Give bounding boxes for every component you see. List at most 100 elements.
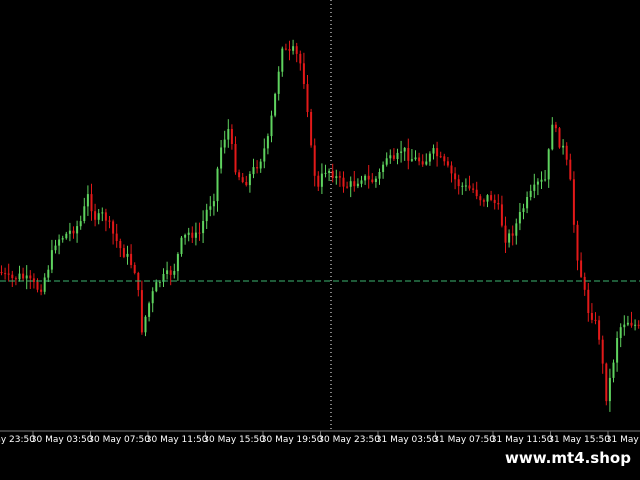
candle-body-15 (54, 245, 57, 251)
candle-body-97 (349, 181, 352, 187)
candle-body-152 (547, 149, 550, 180)
candle-body-33 (119, 241, 122, 249)
candle-body-148 (533, 184, 536, 191)
candle-body-64 (230, 129, 233, 144)
x-axis-ticks: 29 May 23:5030 May 03:5030 May 07:5030 M… (0, 431, 640, 445)
candle-body-162 (583, 276, 586, 290)
candle-body-42 (151, 291, 154, 304)
candle-body-70 (252, 167, 255, 175)
candle-body-104 (374, 178, 377, 182)
candle-body-8 (29, 275, 32, 279)
candle-body-94 (338, 176, 341, 178)
candle-body-41 (148, 303, 151, 317)
candle-body-78 (281, 48, 284, 72)
x-tick-label-4: 30 May 15:50 (203, 435, 265, 445)
candle-body-68 (245, 182, 248, 186)
candle-body-4 (14, 278, 17, 280)
candle-body-140 (504, 225, 507, 243)
candle-body-99 (356, 183, 359, 187)
candle-body-76 (274, 93, 277, 116)
candle-body-61 (220, 147, 223, 169)
candle-body-128 (461, 185, 464, 187)
candle-body-80 (288, 49, 291, 51)
candle-body-58 (209, 206, 212, 210)
candle-body-81 (292, 46, 295, 51)
candle-body-5 (18, 273, 21, 280)
candle-body-35 (126, 253, 129, 257)
candle-body-88 (317, 175, 320, 187)
candle-body-154 (554, 124, 557, 129)
candle-body-86 (310, 112, 313, 146)
candle-body-113 (407, 148, 410, 161)
candle-body-84 (302, 63, 305, 84)
candle-body-10 (36, 282, 39, 290)
candle-body-23 (83, 206, 86, 221)
candle-body-102 (367, 175, 370, 180)
candle-body-149 (536, 181, 539, 185)
x-tick-label-6: 30 May 23:50 (318, 435, 380, 445)
candle-body-30 (108, 220, 111, 222)
candle-body-129 (464, 185, 467, 187)
candle-body-29 (104, 212, 107, 221)
candle-body-32 (115, 233, 118, 241)
candle-body-3 (11, 274, 14, 279)
candles (0, 39, 640, 412)
candle-body-34 (122, 248, 125, 257)
candle-body-174 (626, 322, 629, 325)
price-chart[interactable]: 29 May 23:5030 May 03:5030 May 07:5030 M… (0, 0, 640, 450)
candle-body-100 (360, 180, 363, 184)
candle-body-21 (76, 226, 79, 234)
candle-body-172 (619, 327, 622, 338)
candle-body-161 (580, 260, 583, 277)
candle-body-117 (421, 161, 424, 165)
candle-body-122 (439, 156, 442, 158)
candle-body-52 (187, 232, 190, 235)
candle-body-59 (212, 201, 215, 207)
candle-body-51 (184, 234, 187, 238)
candle-body-87 (313, 145, 316, 176)
candle-body-55 (198, 232, 201, 234)
candle-body-142 (511, 233, 514, 236)
candle-body-151 (544, 179, 547, 181)
candle-body-159 (572, 179, 575, 225)
candle-body-171 (616, 338, 619, 363)
candle-body-138 (497, 203, 500, 205)
candle-body-39 (140, 290, 143, 333)
candle-body-6 (22, 273, 25, 279)
x-tick-label-7: 31 May 03:50 (376, 435, 438, 445)
candle-body-173 (623, 324, 626, 328)
watermark: www.mt4.shop (496, 444, 640, 472)
candle-body-119 (428, 153, 431, 162)
candle-body-72 (259, 161, 262, 169)
candle-body-112 (403, 148, 406, 152)
candle-body-170 (612, 362, 615, 378)
candle-body-16 (58, 239, 61, 246)
candle-body-105 (378, 172, 381, 179)
candle-body-176 (634, 324, 637, 326)
candle-body-62 (223, 139, 226, 148)
candle-body-20 (72, 230, 75, 234)
candle-body-49 (176, 254, 179, 272)
candle-body-111 (400, 151, 403, 153)
candle-body-79 (284, 48, 287, 50)
candle-body-118 (425, 161, 428, 165)
candle-body-158 (569, 159, 572, 180)
candle-body-137 (493, 199, 496, 203)
candle-body-57 (205, 209, 208, 222)
candle-body-65 (234, 144, 237, 173)
candle-body-69 (248, 174, 251, 186)
candle-body-83 (299, 53, 302, 64)
candle-body-167 (601, 339, 604, 364)
candle-body-106 (382, 164, 385, 172)
candle-body-28 (101, 212, 104, 214)
candle-body-14 (50, 250, 53, 270)
candle-body-12 (43, 277, 46, 292)
candle-body-46 (166, 270, 169, 274)
candle-body-60 (216, 168, 219, 202)
candle-body-107 (385, 158, 388, 165)
candle-body-155 (558, 128, 561, 148)
candle-body-160 (576, 224, 579, 261)
candle-body-13 (47, 269, 50, 278)
candle-body-75 (270, 115, 273, 137)
candle-body-133 (479, 196, 482, 201)
